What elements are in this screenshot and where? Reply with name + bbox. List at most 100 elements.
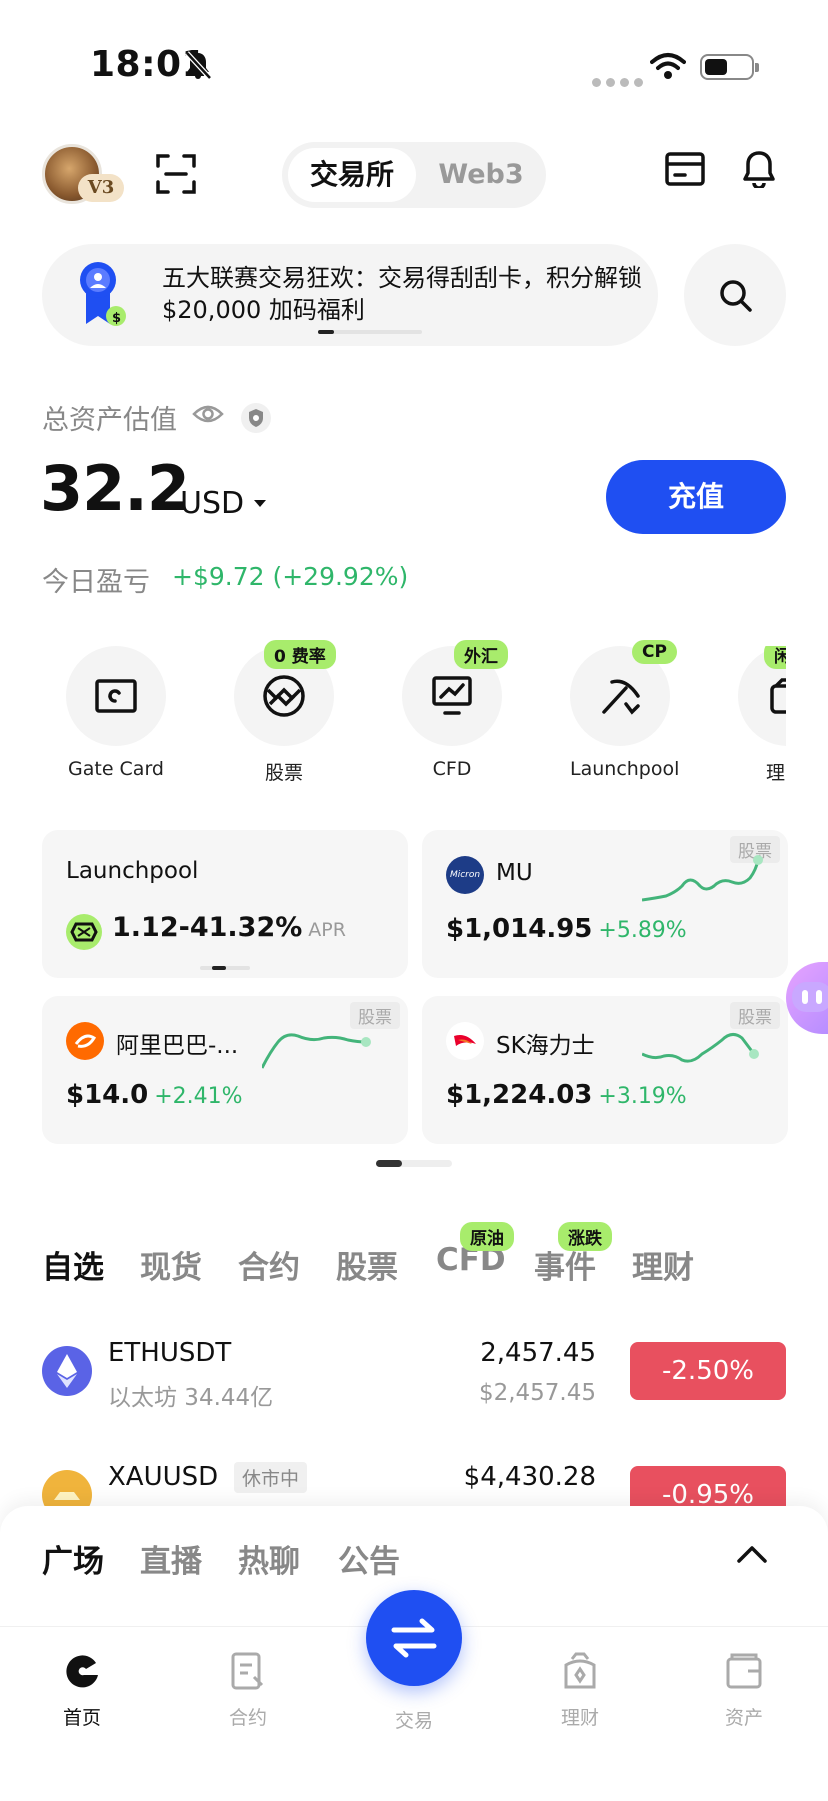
sparkline-alibaba [262,1033,371,1069]
stock-name: SK海力士 [496,1033,595,1059]
shield-icon[interactable] [240,402,272,438]
updown-tag: 涨跌 [558,1222,612,1251]
tab-favorites[interactable]: 自选 [42,1242,104,1287]
stock-name: 阿里巴巴-... [116,1033,239,1059]
swap-arrows-icon [391,1618,437,1658]
alibaba-logo [66,1022,104,1060]
stock-change: +3.19% [598,1084,687,1109]
quick-entry-cfd[interactable]: 外汇 CFD [402,640,508,780]
total-assets-label: 总资产估值 [42,405,177,436]
trade-button[interactable] [366,1590,462,1686]
bell-muted-icon [184,50,212,84]
row-subtitle: 以太坊 34.44亿 [108,1385,274,1411]
currency-selector[interactable]: USD [180,486,244,521]
wifi-icon [650,52,686,84]
eth-logo [42,1346,92,1396]
battery-icon [700,54,759,80]
chevron-up-icon[interactable] [736,1544,768,1564]
tab-spot[interactable]: 现货 [140,1242,202,1287]
quick-entry-launchpool[interactable]: CP Launchpool [570,640,679,780]
pickaxe-icon [602,679,640,715]
forex-tag: 外汇 [454,640,508,669]
quick-entry-stocks[interactable]: 0 费率 股票 [234,640,336,785]
globe-icon [263,675,305,717]
svg-text:$: $ [112,311,121,326]
promo-banner[interactable]: $ 五大联赛交易狂欢：交易得刮刮卡，积分解锁 $20,000 加码福利 [42,244,658,346]
chart-monitor-icon [432,676,472,715]
crude-oil-tag: 原油 [460,1222,514,1251]
caret-down-icon[interactable] [254,500,266,507]
assistant-float-button[interactable] [786,962,828,1034]
bot-icon [792,982,828,1012]
quick-entry-gate-card[interactable]: Gate Card [66,646,166,780]
launchpool-card[interactable]: Launchpool 1.12-41.32% APR [42,830,408,978]
quick-entry-earn-partial[interactable]: 闲 理 [738,646,786,796]
micron-logo: Micron [446,856,484,894]
row-price-usd: $2,457.45 [478,1380,596,1406]
scan-icon[interactable] [156,154,196,198]
exchange-web3-switch[interactable]: 交易所 Web3 [282,142,546,208]
nav-earn[interactable]: 理财 [530,1651,630,1730]
row-price: $4,430.28 [463,1462,596,1492]
tab-exchange[interactable]: 交易所 [288,148,416,202]
banner-pager [318,330,422,334]
change-badge[interactable]: -2.50% [630,1342,786,1400]
launchpool-apr: 1.12-41.32% [112,912,303,943]
signal-dots-icon [592,72,648,91]
tab-live[interactable]: 直播 [140,1536,202,1581]
tab-earn[interactable]: 理财 [632,1242,694,1287]
banner-text: 五大联赛交易狂欢：交易得刮刮卡，积分解锁 $20,000 加码福利 [162,264,642,324]
nav-futures[interactable]: 合约 [198,1651,298,1730]
tab-square[interactable]: 广场 [42,1536,104,1581]
nav-assets[interactable]: 资产 [694,1651,794,1730]
search-button[interactable] [684,244,786,346]
home-icon [66,1655,98,1688]
wallet-icon [726,1653,762,1689]
launchpool-title: Launchpool [66,858,199,884]
launchpool-pager [200,966,250,970]
stock-change: +5.89% [598,918,687,943]
cards-pager [376,1160,452,1167]
cp-tag: CP [632,640,677,664]
apr-label: APR [308,919,346,941]
table-row[interactable]: ETHUSDT 以太坊 34.44亿 2,457.45 $2,457.45 -2… [0,1326,828,1422]
wallet-icon [770,678,786,714]
sparkline-mu [642,855,763,902]
tab-hot-chat[interactable]: 热聊 [238,1536,300,1581]
stock-change: +2.41% [154,1084,243,1109]
vip-badge: V3 [78,174,124,202]
stock-card-mu[interactable]: 股票 Micron MU $1,014.95 +5.89% [422,830,788,978]
tab-stocks[interactable]: 股票 [336,1242,398,1287]
sk-logo [446,1022,484,1060]
deposit-button[interactable]: 充值 [606,460,786,534]
medal-icon: $ [78,258,138,334]
search-icon [720,280,752,312]
row-symbol: XAUUSD [108,1462,219,1492]
bell-icon[interactable] [742,150,776,192]
market-closed-badge: 休市中 [234,1462,308,1493]
tab-web3[interactable]: Web3 [422,148,540,202]
row-symbol: ETHUSDT [108,1338,232,1368]
card-icon[interactable] [665,152,705,190]
stock-card-sk-hynix[interactable]: 股票 SK海力士 $1,224.03 +3.19% [422,996,788,1144]
pnl-value: +$9.72 (+29.92%) [172,562,409,591]
tab-announcements[interactable]: 公告 [338,1536,400,1581]
pnl-label: 今日盈亏 [42,567,150,598]
sparkline-sk-hynix [642,1033,759,1063]
idle-tag: 闲 [764,646,786,669]
total-assets-value: 32.2 [40,452,190,525]
row-price: 2,457.45 [480,1338,596,1368]
stock-price: $14.0 [66,1080,149,1110]
tab-futures[interactable]: 合约 [238,1242,300,1287]
launchpool-token-icon [66,914,102,950]
contract-icon [231,1652,264,1690]
stock-price: $1,014.95 [446,914,593,944]
card-icon [95,679,137,713]
stock-card-alibaba[interactable]: 股票 阿里巴巴-... $14.0 +2.41% [42,996,408,1144]
stock-price: $1,224.03 [446,1080,593,1110]
earn-icon [564,1652,596,1689]
nav-home[interactable]: 首页 [32,1651,132,1730]
stock-name: MU [496,860,533,886]
eye-icon[interactable] [192,402,224,430]
zero-fee-tag: 0 费率 [264,640,336,669]
